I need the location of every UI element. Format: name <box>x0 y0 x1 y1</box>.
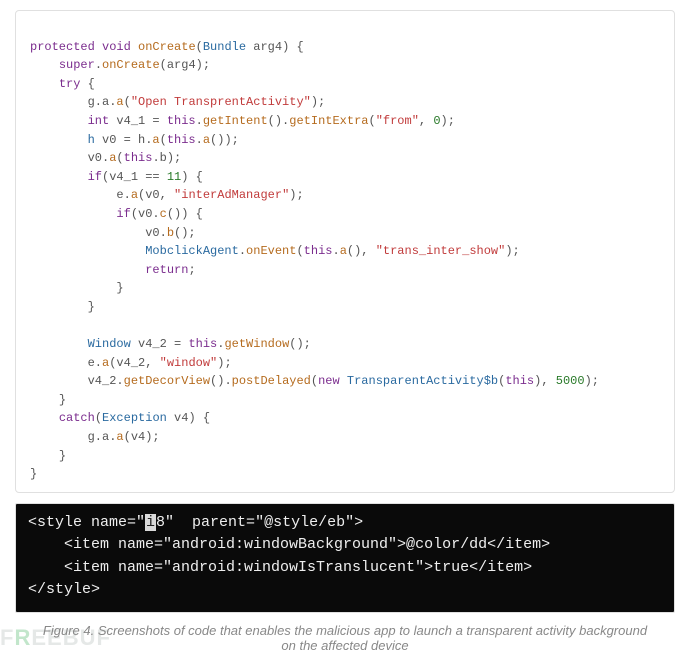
xml-code-block: <style name="i8" parent="@style/eb"> <it… <box>15 503 675 613</box>
kw: protected <box>30 40 95 54</box>
cursor-highlight: i <box>145 514 156 531</box>
method: onCreate <box>138 40 196 54</box>
caption-text: Figure 4. Screenshots of code that enabl… <box>43 623 647 653</box>
figure-caption: FREEBUF Figure 4. Screenshots of code th… <box>15 623 675 653</box>
type: Bundle <box>203 40 246 54</box>
kw: void <box>102 40 131 54</box>
java-code-block: protected void onCreate(Bundle arg4) { s… <box>15 10 675 493</box>
